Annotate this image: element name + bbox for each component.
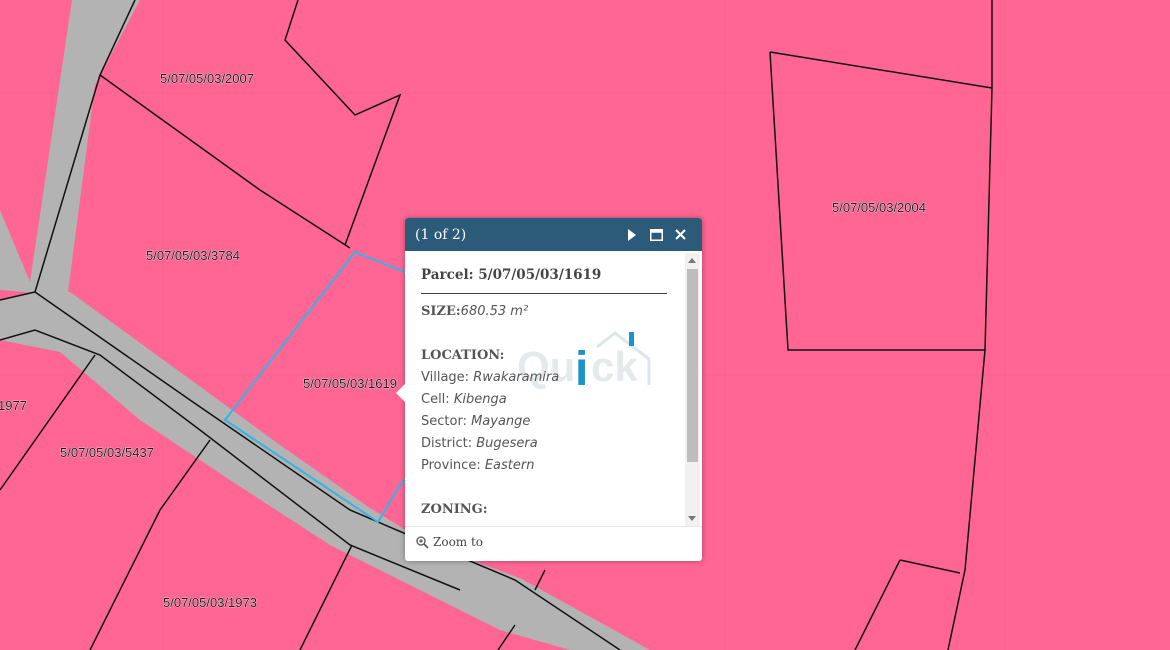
feature-count: (1 of 2): [415, 226, 467, 243]
popup-scrollbar[interactable]: [685, 253, 700, 526]
next-feature-button[interactable]: [620, 223, 644, 247]
popup-body[interactable]: Qu i ck Parcel: 5/07/05/03/1619 SIZE:680…: [405, 251, 702, 526]
location-row-village: Village: Rwakaramira: [421, 367, 667, 389]
location-row-sector: Sector: Mayange: [421, 411, 667, 433]
zoom-to-link[interactable]: Zoom to: [416, 535, 483, 549]
location-label: Village:: [421, 370, 470, 385]
close-button[interactable]: [668, 223, 692, 247]
size-label: SIZE:: [421, 304, 461, 319]
location-heading: LOCATION:: [421, 348, 505, 363]
parcel-label: 5/07/05/03/2004: [832, 200, 926, 215]
parcel-label: 1977: [0, 398, 27, 413]
scroll-down-arrow-icon[interactable]: [688, 516, 696, 521]
location-value: Bugesera: [476, 436, 538, 451]
size-value: 680.53 m²: [460, 304, 529, 319]
parcel-label: 5/07/05/03/1973: [163, 595, 257, 610]
location-value: Mayange: [471, 414, 531, 429]
location-label: District:: [421, 436, 473, 451]
zoning-heading: ZONING:: [421, 502, 488, 517]
popup-content: Parcel: 5/07/05/03/1619 SIZE:680.53 m² L…: [421, 267, 667, 521]
parcel-label: 5/07/05/03/5437: [60, 445, 154, 460]
popup-pointer: [396, 384, 405, 402]
maximize-icon: [649, 228, 663, 241]
triangle-right-icon: [628, 228, 636, 241]
parcel-info-popup[interactable]: (1 of 2) Qu i ck Parcel: 5/07/05/03/1619…: [396, 218, 702, 562]
popup-footer: Zoom to: [405, 526, 702, 562]
location-value: Rwakaramira: [473, 370, 560, 385]
parcel-title: Parcel: 5/07/05/03/1619: [421, 267, 667, 294]
location-label: Cell:: [421, 392, 450, 407]
location-row-district: District: Bugesera: [421, 433, 667, 455]
scrollbar-thumb[interactable]: [687, 269, 698, 462]
parcel-label: 5/07/05/03/2007: [160, 71, 254, 86]
location-row-province: Province: Eastern: [421, 455, 667, 477]
location-value: Kibenga: [453, 392, 507, 407]
location-value: Eastern: [484, 458, 535, 473]
parcel-label: 5/07/05/03/3784: [146, 248, 240, 263]
close-icon: [674, 229, 686, 240]
maximize-button[interactable]: [644, 223, 668, 247]
size-row: SIZE:680.53 m²: [421, 301, 667, 323]
magnifier-plus-icon: [416, 535, 429, 549]
parcel-label: 5/07/05/03/1619: [303, 376, 397, 391]
location-label: Province:: [421, 458, 481, 473]
popup-header: (1 of 2): [405, 218, 702, 251]
location-row-cell: Cell: Kibenga: [421, 389, 667, 411]
location-label: Sector:: [421, 414, 467, 429]
zoom-to-label: Zoom to: [433, 535, 484, 549]
scroll-up-arrow-icon[interactable]: [688, 258, 696, 263]
